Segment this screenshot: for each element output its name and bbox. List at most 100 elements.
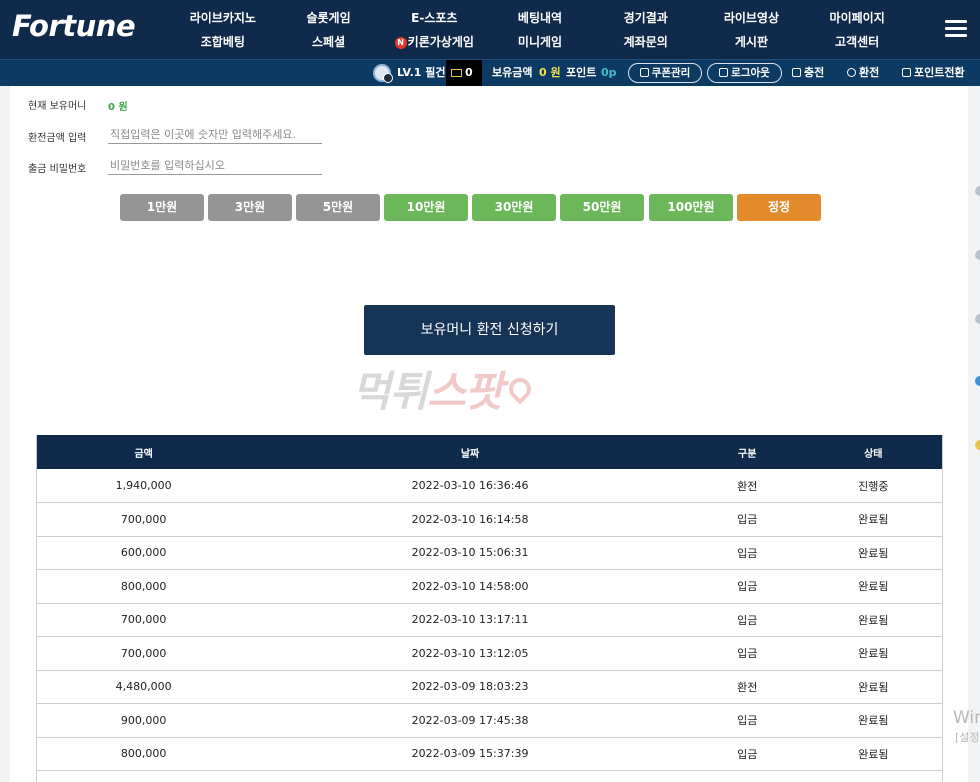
amount-30k-button[interactable]: 3만원	[208, 194, 292, 221]
table-row: 800,000 2022-03-10 14:58:00 입금 완료됨	[36, 569, 943, 604]
message-count[interactable]: 0	[465, 60, 473, 86]
table-header-row: 금액 날짜 구분 상태	[36, 435, 943, 469]
header-amount: 금액	[36, 435, 251, 469]
table-row: 600,000 2022-03-10 15:06:31 입금 완료됨	[36, 536, 943, 570]
cell-type: 입금	[689, 536, 805, 570]
cell-amount: 800,000	[36, 569, 251, 604]
edge-scroll-marker	[975, 440, 980, 450]
header-type: 구분	[689, 435, 805, 469]
cell-type: 입금	[689, 737, 805, 771]
new-badge-icon: N	[394, 37, 407, 49]
map-pin-icon	[504, 373, 536, 405]
exchange-link[interactable]: 환전	[847, 60, 879, 86]
watermark-logo: 먹튀스팟	[352, 358, 632, 416]
nav-live-casino[interactable]: 라이브카지노	[170, 6, 276, 30]
edge-scroll-marker	[975, 186, 980, 196]
os-activation-sub: [설정	[955, 731, 980, 744]
cell-status: 완료됨	[804, 502, 943, 537]
cell-type: 입금	[689, 502, 805, 537]
cell-amount: 4,480,000	[36, 670, 251, 704]
nav-combo-bet[interactable]: 조합베팅	[170, 30, 276, 54]
nav-board[interactable]: 게시판	[699, 30, 805, 54]
cell-status: 진행중	[804, 469, 943, 503]
nav-bet-history[interactable]: 베팅내역	[487, 6, 593, 30]
nav-account-inquiry[interactable]: 계좌문의	[593, 30, 699, 54]
cell-type: 환전	[689, 469, 805, 503]
lock-icon	[719, 68, 729, 77]
charge-icon	[792, 68, 801, 77]
cell-status: 완료됨	[804, 569, 943, 604]
cell-status: 완료됨	[804, 737, 943, 771]
money-label: 보유금액	[492, 66, 533, 79]
point-exchange-label: 포인트전환	[914, 66, 965, 79]
nav-special[interactable]: 스페셜	[276, 30, 382, 54]
cell-status: 완료됨	[804, 703, 943, 738]
point-exchange-link[interactable]: 포인트전환	[902, 60, 965, 86]
coupon-label: 쿠폰관리	[651, 67, 691, 79]
nav-mini-game[interactable]: 미니게임	[487, 30, 593, 54]
exchange-amount-input[interactable]	[108, 126, 322, 144]
cell-amount: 800,000	[36, 737, 251, 771]
watermark-part1: 먹튀	[352, 367, 428, 416]
coupon-manage-button[interactable]: 쿠폰관리	[628, 63, 702, 83]
nav-customer-center[interactable]: 고객센터	[804, 30, 910, 54]
cell-date: 2022-03-09 15:37:39	[250, 737, 690, 771]
amount-100k-button[interactable]: 10만원	[384, 194, 468, 221]
amount-300k-button[interactable]: 30만원	[472, 194, 556, 221]
nav-kiron-virtual[interactable]: N 키론가상게임	[381, 30, 487, 54]
edge-scroll-marker	[975, 314, 980, 324]
nav-my-page[interactable]: 마이페이지	[804, 6, 910, 30]
nav-match-results[interactable]: 경기결과	[593, 6, 699, 30]
table-row: 800,000 2022-03-09 15:37:39 입금 완료됨	[36, 737, 943, 771]
cell-date: 2022-03-10 14:58:00	[250, 569, 690, 604]
watermark-part2: 스팟	[427, 367, 503, 416]
top-header: Fortune 라이브카지노 슬롯게임 E-스포츠 베팅내역 경기결과 라이브영…	[0, 0, 980, 59]
current-money-label: 현재 보유머니	[28, 101, 87, 112]
cell-status: 완료됨	[804, 603, 943, 637]
nav-live-video[interactable]: 라이브영상	[699, 6, 805, 30]
point-value: 0p	[601, 66, 617, 79]
amount-10k-button[interactable]: 1만원	[120, 194, 204, 221]
cell-type: 입금	[689, 703, 805, 738]
amount-500k-button[interactable]: 50만원	[560, 194, 644, 221]
amount-50k-button[interactable]: 5만원	[296, 194, 380, 221]
cell-date: 2022-03-10 16:36:46	[250, 469, 690, 503]
cell-date: 2022-03-10 13:17:11	[250, 603, 690, 637]
logout-button[interactable]: 로그아웃	[707, 63, 782, 83]
table-row: 1,940,000 2022-03-10 16:36:46 환전 진행중	[36, 469, 943, 503]
edge-scroll-marker	[975, 376, 980, 386]
cell-type: 입금	[689, 636, 805, 671]
table-row: 4,480,000 2022-03-09 18:03:23 환전 완료됨	[36, 670, 943, 704]
submit-exchange-button[interactable]: 보유머니 환전 신청하기	[364, 305, 615, 355]
point-label: 포인트	[566, 66, 597, 79]
nav-esports[interactable]: E-스포츠	[381, 6, 487, 30]
exchange-amount-label: 환전금액 입력	[28, 133, 87, 144]
level-avatar-icon	[373, 64, 393, 83]
cell-type: 환전	[689, 670, 805, 704]
table-row	[36, 770, 943, 782]
nav-kiron-label: 키론가상게임	[407, 35, 474, 49]
charge-link[interactable]: 충전	[792, 60, 824, 86]
withdraw-password-label: 출금 비밀번호	[28, 164, 87, 175]
cell-type: 입금	[689, 569, 805, 604]
mail-icon[interactable]	[451, 69, 462, 77]
table-row: 700,000 2022-03-10 16:14:58 입금 완료됨	[36, 502, 943, 537]
withdraw-password-input[interactable]	[108, 157, 322, 175]
cell-date: 2022-03-09 17:45:38	[250, 703, 690, 738]
exchange-icon	[847, 68, 856, 77]
cell-type: 입금	[689, 603, 805, 637]
cell-status: 완료됨	[804, 670, 943, 704]
amount-1m-button[interactable]: 100만원	[649, 194, 733, 221]
cell-date: 2022-03-10 13:12:05	[250, 636, 690, 671]
site-logo[interactable]: Fortune	[12, 9, 136, 43]
cell-amount: 700,000	[36, 636, 251, 671]
hamburger-menu-icon[interactable]	[945, 20, 967, 38]
reset-amount-button[interactable]: 정정	[737, 194, 821, 221]
current-money-value: 0 원	[108, 102, 128, 113]
main-nav: 라이브카지노 슬롯게임 E-스포츠 베팅내역 경기결과 라이브영상 마이페이지 …	[170, 6, 910, 54]
shield-icon	[902, 68, 911, 77]
nav-slot-game[interactable]: 슬롯게임	[276, 6, 382, 30]
cell-date: 2022-03-09 18:03:23	[250, 670, 690, 704]
cell-amount: 700,000	[36, 502, 251, 537]
os-activation-watermark: Win	[953, 708, 980, 728]
